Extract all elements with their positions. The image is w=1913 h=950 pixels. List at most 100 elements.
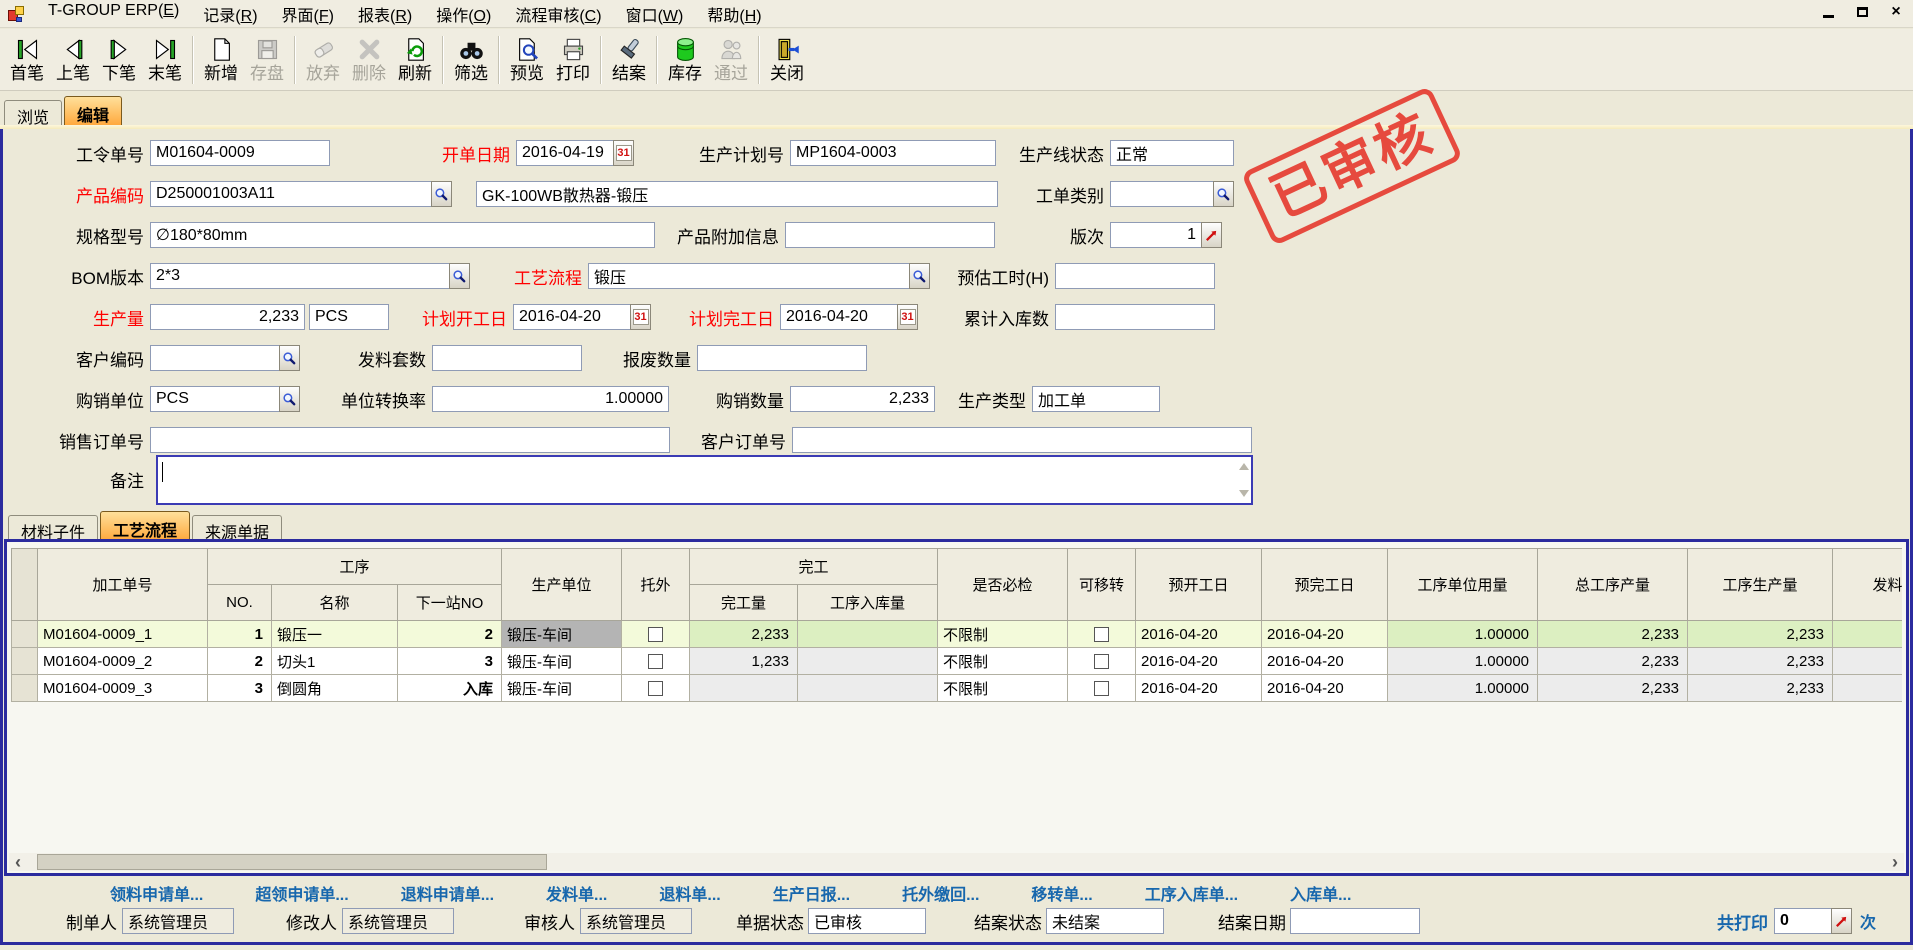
over-requisition-link[interactable]: 超领申请单... — [255, 881, 348, 905]
cell-unit[interactable]: 锻压-车间 — [502, 648, 622, 675]
cell-unit[interactable]: 锻压-车间 — [502, 675, 622, 702]
auditor-input[interactable] — [580, 908, 692, 934]
menu-item-5[interactable]: 流程审核(C) — [503, 0, 613, 29]
cell-outsourced[interactable] — [622, 675, 690, 702]
maker-input[interactable] — [122, 908, 234, 934]
transfer-order-link[interactable]: 移转单... — [1031, 881, 1092, 905]
cell-in-qty[interactable] — [798, 675, 938, 702]
sub-tab-2[interactable]: 来源单据 — [192, 515, 282, 540]
close-status-input[interactable] — [1046, 908, 1164, 934]
cell-unit-usage[interactable]: 1.00000 — [1388, 621, 1538, 648]
process-row-1[interactable]: M01604-0009_11锻压一2锻压-车间2,233不限制2016-04-2… — [12, 621, 1903, 648]
menu-item-0[interactable]: T-GROUP ERP(E) — [36, 0, 191, 29]
row-indicator[interactable] — [12, 621, 38, 648]
cell-no[interactable]: 1 — [208, 621, 272, 648]
lookup-icon[interactable] — [449, 263, 470, 289]
process-flow-input[interactable] — [588, 263, 910, 289]
cell-issue-sets[interactable] — [1833, 648, 1902, 675]
process-row-3[interactable]: M01604-0009_33倒圆角入库锻压-车间不限制2016-04-20201… — [12, 675, 1903, 702]
sales-unit-input[interactable] — [150, 386, 280, 412]
red-arrow-icon[interactable] — [1201, 222, 1222, 248]
menu-item-3[interactable]: 报表(R) — [346, 0, 424, 29]
cell-next[interactable]: 入库 — [398, 675, 502, 702]
plan-no-input[interactable] — [790, 140, 996, 166]
transferable-checkbox[interactable] — [1094, 627, 1109, 642]
sub-tab-1[interactable]: 工艺流程 — [100, 511, 190, 540]
material-requisition-link[interactable]: 领料申请单... — [110, 881, 203, 905]
cell-issue-sets[interactable] — [1833, 621, 1902, 648]
transferable-checkbox[interactable] — [1094, 654, 1109, 669]
unit-rate-input[interactable] — [432, 386, 669, 412]
scroll-down-icon[interactable] — [1239, 490, 1249, 497]
outsourced-checkbox[interactable] — [648, 681, 663, 696]
red-arrow-icon[interactable] — [1831, 908, 1852, 934]
lookup-icon[interactable] — [279, 345, 300, 371]
process-inbound-link[interactable]: 工序入库单... — [1145, 881, 1238, 905]
lookup-icon[interactable] — [279, 386, 300, 412]
calendar-icon[interactable]: 31 — [613, 140, 634, 166]
cell-process-output[interactable]: 2,233 — [1688, 621, 1833, 648]
scrollbar-thumb[interactable] — [37, 854, 547, 870]
cell-order[interactable]: M01604-0009_3 — [38, 675, 208, 702]
prod-type-input[interactable] — [1032, 386, 1160, 412]
product-extra-input[interactable] — [785, 222, 995, 248]
prod-qty-input[interactable] — [150, 304, 305, 330]
cell-total-output[interactable]: 2,233 — [1538, 648, 1688, 675]
material-return-link[interactable]: 退料单... — [659, 881, 720, 905]
cell-no[interactable]: 3 — [208, 675, 272, 702]
cell-must-check[interactable]: 不限制 — [938, 675, 1068, 702]
process-row-2[interactable]: M01604-0009_22切头13锻压-车间1,233不限制2016-04-2… — [12, 648, 1903, 675]
toolbar-refresh-button[interactable]: 刷新 — [392, 31, 438, 89]
cell-next[interactable]: 3 — [398, 648, 502, 675]
close-date-input[interactable] — [1290, 908, 1420, 934]
cell-pre-end[interactable]: 2016-04-20 — [1262, 648, 1388, 675]
cell-in-qty[interactable] — [798, 648, 938, 675]
transferable-checkbox[interactable] — [1094, 681, 1109, 696]
lookup-icon[interactable] — [909, 263, 930, 289]
est-hours-input[interactable] — [1055, 263, 1215, 289]
toolbar-next-record-button[interactable]: 下笔 — [96, 31, 142, 89]
cell-name[interactable]: 切头1 — [272, 648, 398, 675]
cell-pre-end[interactable]: 2016-04-20 — [1262, 675, 1388, 702]
plan-end-input[interactable] — [780, 304, 898, 330]
main-tab-1[interactable]: 编辑 — [64, 96, 122, 125]
scroll-left-icon[interactable]: ‹ — [9, 853, 27, 871]
row-indicator[interactable] — [12, 648, 38, 675]
main-tab-0[interactable]: 浏览 — [4, 100, 62, 125]
cell-unit-usage[interactable]: 1.00000 — [1388, 675, 1538, 702]
toolbar-prev-record-button[interactable]: 上笔 — [50, 31, 96, 89]
horizontal-scrollbar[interactable]: ‹ › — [9, 853, 1904, 871]
cell-unit-usage[interactable]: 1.00000 — [1388, 648, 1538, 675]
cell-must-check[interactable]: 不限制 — [938, 648, 1068, 675]
material-issue-link[interactable]: 发料单... — [546, 881, 607, 905]
menu-item-7[interactable]: 帮助(H) — [695, 0, 773, 29]
spec-input[interactable] — [150, 222, 655, 248]
modifier-input[interactable] — [342, 908, 454, 934]
toolbar-close-case-button[interactable]: 结案 — [606, 31, 652, 89]
product-name-input[interactable] — [476, 181, 998, 207]
open-date-input[interactable] — [516, 140, 614, 166]
cell-in-qty[interactable] — [798, 621, 938, 648]
scrap-qty-input[interactable] — [697, 345, 867, 371]
cell-name[interactable]: 倒圆角 — [272, 675, 398, 702]
doc-status-input[interactable] — [808, 908, 926, 934]
menu-item-6[interactable]: 窗口(W) — [614, 0, 696, 29]
product-code-input[interactable] — [150, 181, 432, 207]
calendar-icon[interactable]: 31 — [630, 304, 651, 330]
outsource-return-link[interactable]: 托外缴回... — [902, 881, 979, 905]
outsourced-checkbox[interactable] — [648, 654, 663, 669]
restore-icon[interactable] — [1853, 3, 1871, 21]
toolbar-new-button[interactable]: 新增 — [198, 31, 244, 89]
plan-start-input[interactable] — [513, 304, 631, 330]
row-indicator[interactable] — [12, 675, 38, 702]
return-requisition-link[interactable]: 退料申请单... — [401, 881, 494, 905]
cell-transferable[interactable] — [1068, 675, 1136, 702]
cell-pre-end[interactable]: 2016-04-20 — [1262, 621, 1388, 648]
print-count-input[interactable] — [1774, 908, 1832, 934]
sales-qty-input[interactable] — [790, 386, 935, 412]
inbound-order-link[interactable]: 入库单... — [1290, 881, 1351, 905]
cell-pre-start[interactable]: 2016-04-20 — [1136, 648, 1262, 675]
toolbar-first-record-button[interactable]: 首笔 — [4, 31, 50, 89]
prod-unit-input[interactable] — [309, 304, 389, 330]
menu-item-1[interactable]: 记录(R) — [191, 0, 269, 29]
